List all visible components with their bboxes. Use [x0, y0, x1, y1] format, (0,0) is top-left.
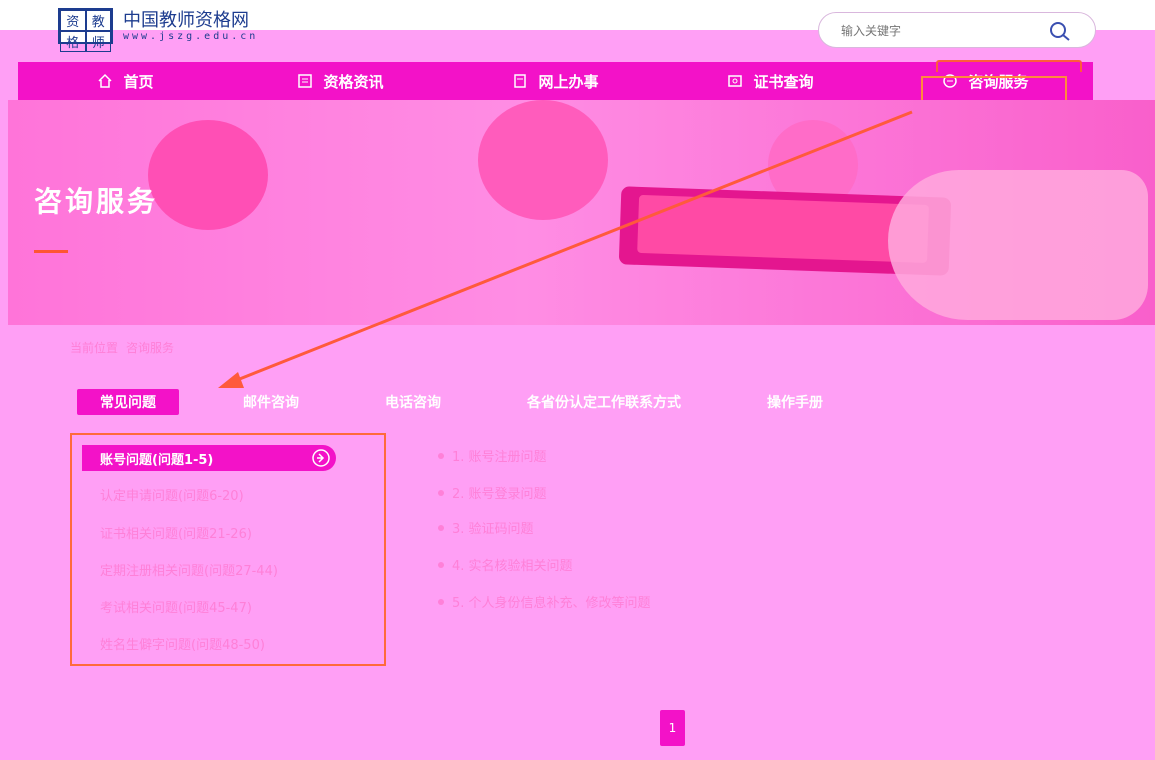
breadcrumb-prefix: 当前位置 [70, 341, 119, 355]
arrow-right-circle-icon [312, 449, 330, 467]
nav-label: 资格资讯 [323, 72, 384, 91]
site-logo[interactable]: 资 教 格 师 中国教师资格网 www.jszg.edu.cn [58, 8, 259, 52]
category-label: 账号问题(问题1-5) [100, 452, 214, 468]
bullet-icon [438, 489, 444, 496]
category-item-account[interactable]: 账号问题(问题1-5) [82, 445, 336, 471]
category-item-rare-char[interactable]: 姓名生僻字问题(问题48-50) [82, 630, 265, 656]
site-url: www.jszg.edu.cn [123, 30, 259, 42]
bullet-icon [438, 524, 444, 531]
nav-item-home[interactable]: 首页 [18, 62, 233, 100]
question-item[interactable]: 5. 个人身份信息补充、修改等问题 [438, 592, 651, 611]
nav-item-online-service[interactable]: 网上办事 [448, 62, 663, 100]
home-icon [98, 73, 113, 88]
consult-tabs: 常见问题 邮件咨询 电话咨询 各省份认定工作联系方式 操作手册 [77, 389, 823, 415]
logo-char: 格 [60, 31, 86, 52]
news-icon [298, 74, 313, 88]
breadcrumb-current[interactable]: 咨询服务 [126, 339, 174, 356]
document-icon [514, 74, 527, 88]
decor-shape [478, 100, 608, 220]
question-label: 4. 实名核验相关问题 [452, 559, 573, 574]
breadcrumb: 当前位置 咨询服务 [70, 339, 174, 356]
logo-char: 资 [60, 10, 86, 31]
question-item[interactable]: 4. 实名核验相关问题 [438, 555, 573, 574]
tab-manual[interactable]: 操作手册 [767, 389, 823, 415]
tab-faq[interactable]: 常见问题 [77, 389, 179, 415]
pagination-page[interactable]: 1 [660, 710, 685, 746]
logo-char: 教 [85, 10, 111, 31]
search-icon[interactable] [1049, 21, 1071, 41]
nav-item-certificate[interactable]: 证书查询 [663, 62, 878, 100]
category-item-exam[interactable]: 考试相关问题(问题45-47) [82, 593, 252, 619]
question-item[interactable]: 2. 账号登录问题 [438, 483, 547, 502]
logo-char: 师 [85, 31, 111, 52]
certificate-icon [728, 75, 743, 87]
decor-shape [148, 120, 268, 230]
question-label: 1. 账号注册问题 [452, 450, 547, 465]
bullet-icon [438, 561, 444, 568]
category-list: 账号问题(问题1-5) 认定申请问题(问题6-20) 证书相关问题(问题21-2… [70, 433, 386, 666]
category-item-application[interactable]: 认定申请问题(问题6-20) [82, 481, 244, 507]
question-label: 2. 账号登录问题 [452, 487, 547, 502]
question-label: 3. 验证码问题 [452, 522, 534, 537]
logo-emblem: 资 教 格 师 [58, 8, 113, 52]
question-label: 5. 个人身份信息补充、修改等问题 [452, 596, 651, 611]
tab-email[interactable]: 邮件咨询 [243, 389, 299, 415]
category-item-registration[interactable]: 定期注册相关问题(问题27-44) [82, 556, 278, 582]
bullet-icon [438, 452, 444, 459]
tab-province-contacts[interactable]: 各省份认定工作联系方式 [527, 389, 681, 415]
question-item[interactable]: 3. 验证码问题 [438, 518, 534, 537]
question-item[interactable]: 1. 账号注册问题 [438, 446, 547, 465]
search-box [818, 12, 1096, 48]
nav-item-news[interactable]: 资格资讯 [233, 62, 448, 100]
hand-image [888, 170, 1148, 320]
search-input[interactable] [841, 19, 1041, 43]
nav-label: 网上办事 [538, 72, 599, 91]
nav-label: 首页 [123, 72, 154, 91]
banner-title: 咨询服务 [34, 185, 159, 218]
hero-banner: 咨询服务 [8, 100, 1155, 325]
site-title: 中国教师资格网 [123, 9, 249, 31]
nav-highlight-marker [936, 60, 1082, 72]
bullet-icon [438, 598, 444, 605]
category-item-certificate[interactable]: 证书相关问题(问题21-26) [82, 519, 252, 545]
nav-label: 证书查询 [753, 72, 814, 91]
banner-underline [34, 250, 68, 253]
tab-phone[interactable]: 电话咨询 [385, 389, 441, 415]
